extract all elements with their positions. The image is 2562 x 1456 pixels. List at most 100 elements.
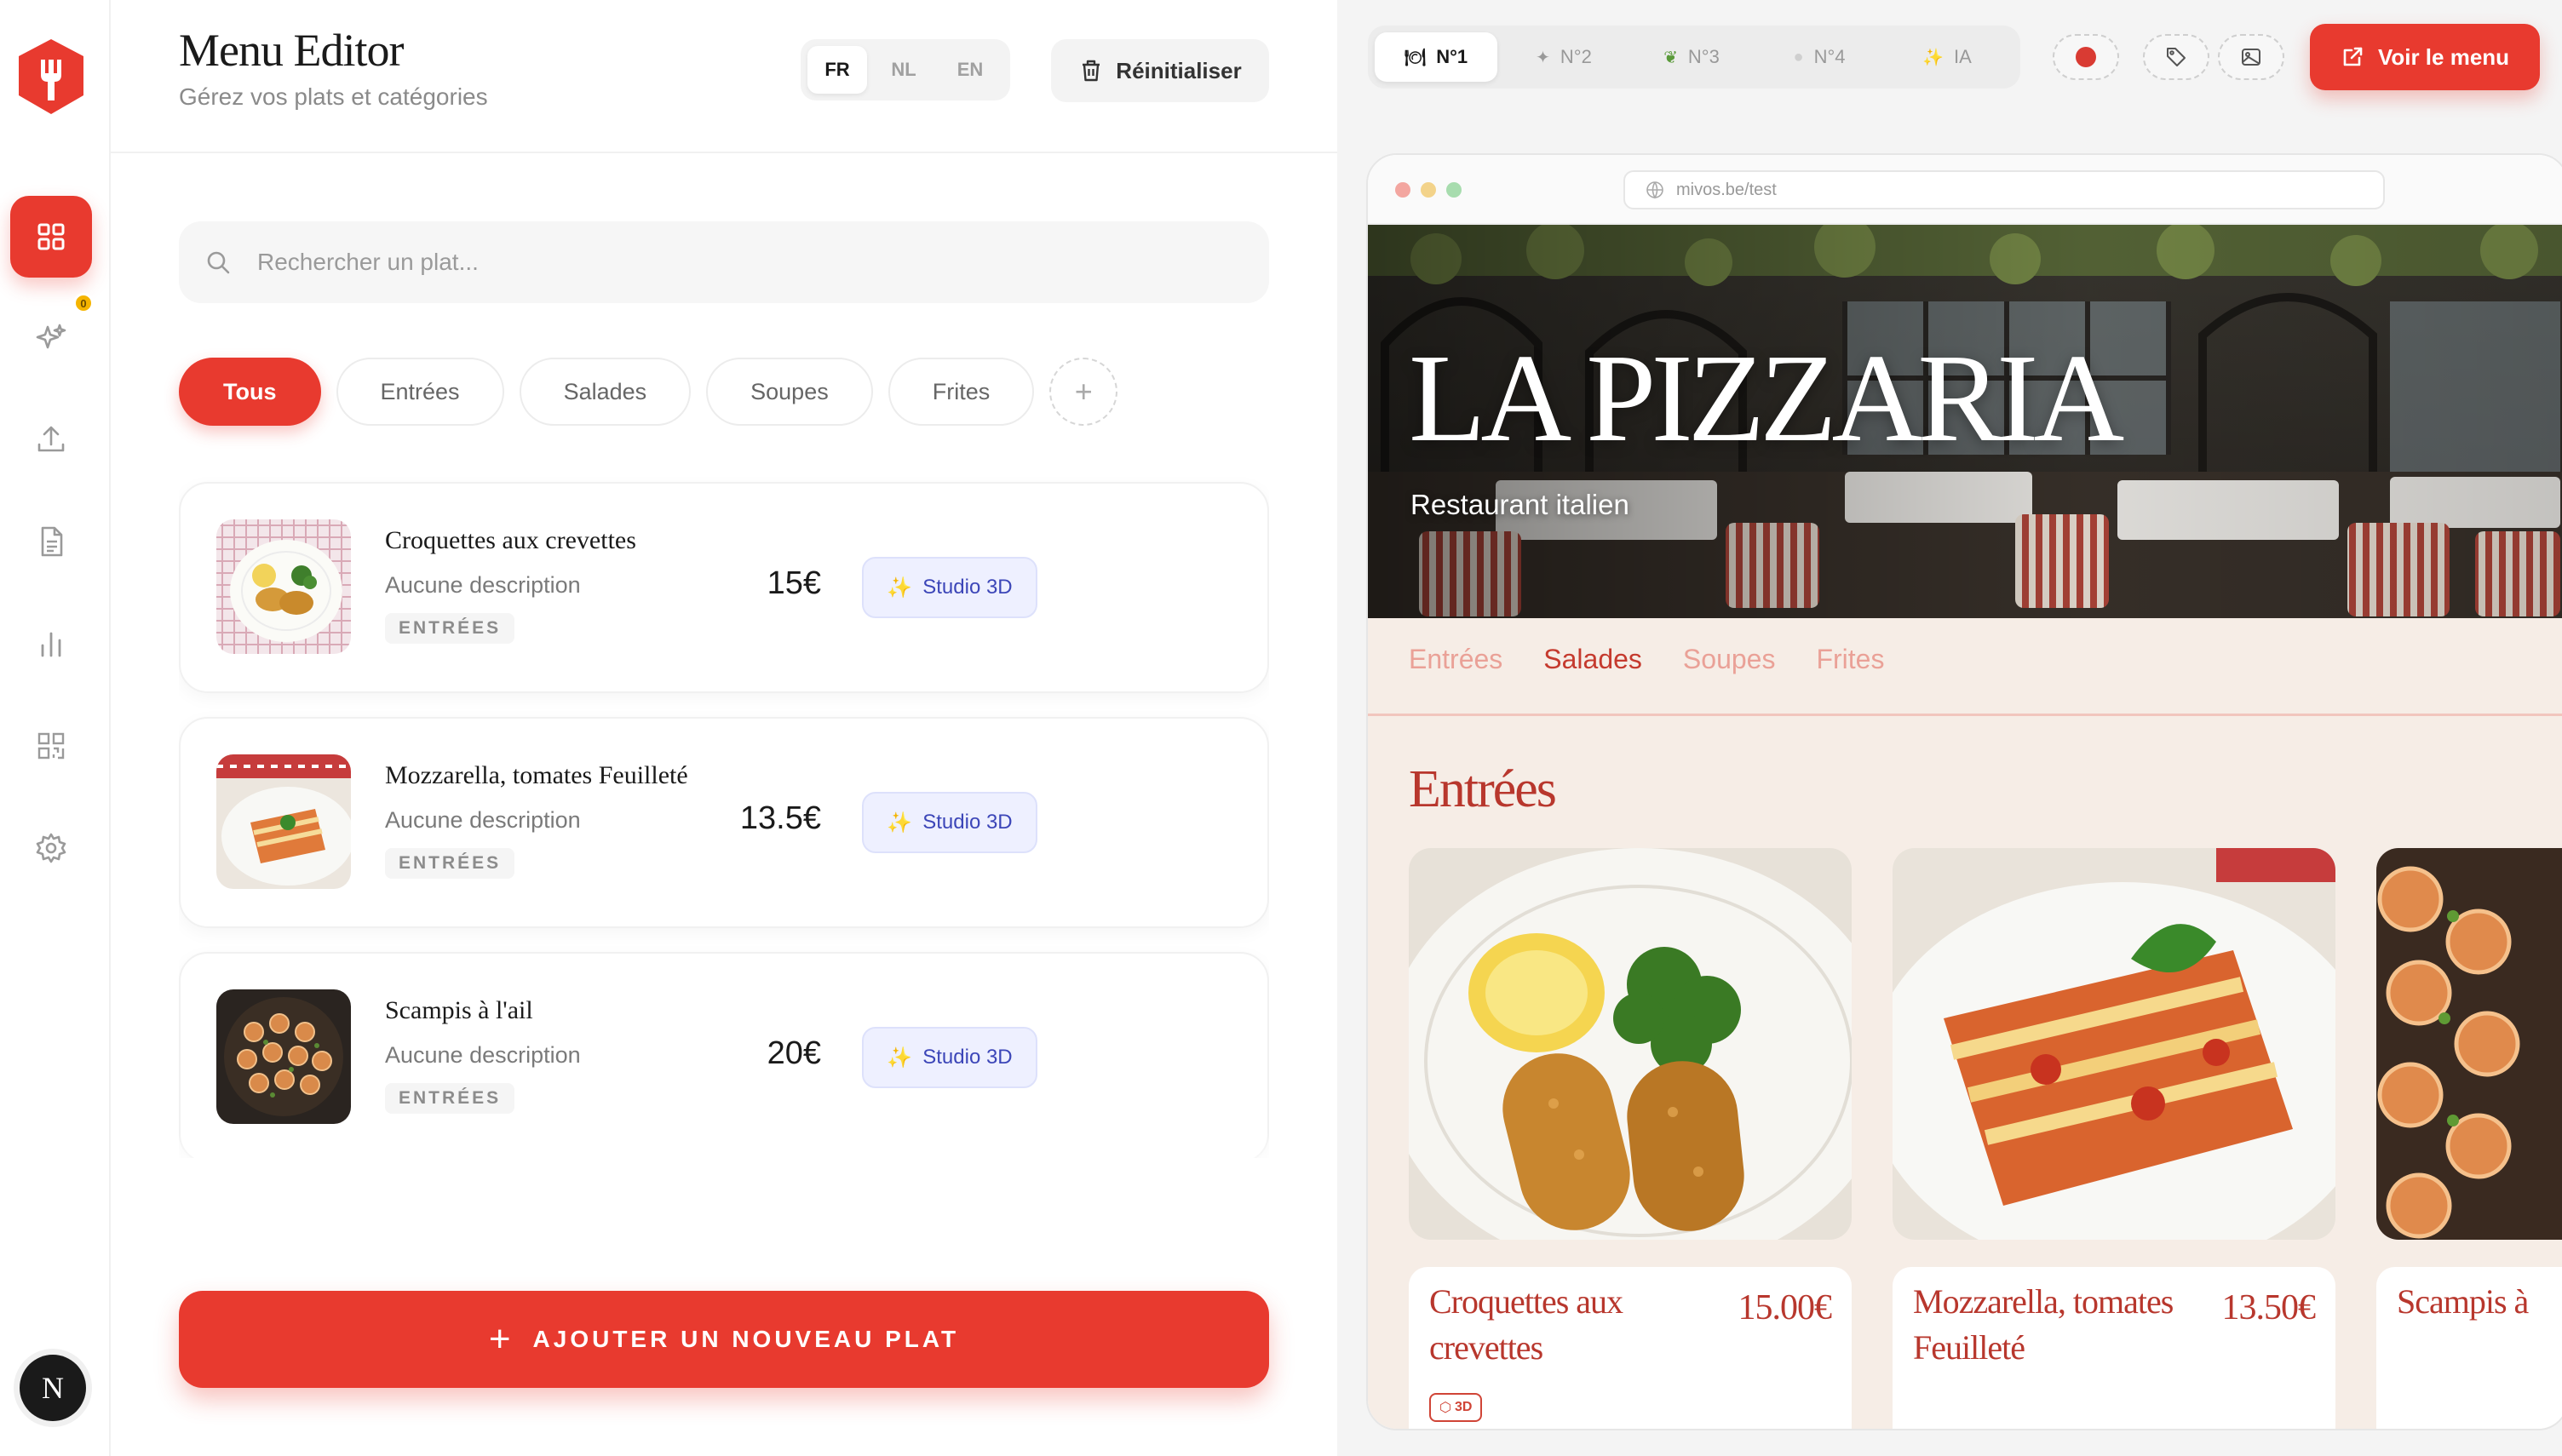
image-icon bbox=[2242, 49, 2260, 66]
menu-card-image[interactable] bbox=[1409, 848, 1852, 1240]
dish-description: Aucune description bbox=[385, 572, 581, 598]
language-nl[interactable]: NL bbox=[874, 46, 933, 94]
document-icon bbox=[41, 526, 63, 557]
menu-tab-frites[interactable]: Frites bbox=[1816, 644, 1884, 675]
restaurant-name: LA PIZZARIA bbox=[1409, 329, 2124, 468]
browser-mockup: mivos.be/test LA PIZZARIA Restaurant ita… bbox=[1366, 153, 2562, 1430]
menu-card-name: Mozzarella, tomates Feuilleté bbox=[1913, 1282, 2174, 1367]
theme-label: N°2 bbox=[1560, 46, 1592, 67]
dish-list: Croquettes aux crevettes Aucune descript… bbox=[179, 477, 1269, 1158]
nav-qr-code[interactable] bbox=[10, 705, 92, 787]
menu-card[interactable]: Scampis à bbox=[2376, 1267, 2562, 1429]
star-icon: ✦ bbox=[1536, 48, 1550, 67]
view-menu-button[interactable]: Voir le menu bbox=[2310, 24, 2540, 90]
traffic-light-maximize-icon bbox=[1446, 182, 1462, 198]
dish-price: 20€ bbox=[767, 1035, 821, 1071]
menu-card[interactable]: Croquettes aux crevettes 15.00€ ⬡ 3D bbox=[1409, 1267, 1852, 1429]
dish-card[interactable]: Mozzarella, tomates Feuilleté Aucune des… bbox=[179, 717, 1269, 928]
category-chip-entrees[interactable]: Entrées bbox=[336, 358, 504, 426]
menu-content: Entrées Salades Soupes Frites Entrées Cr… bbox=[1368, 618, 2562, 1429]
sidebar: 0 N bbox=[0, 0, 111, 1456]
3d-badge-label: 3D bbox=[1454, 1400, 1473, 1414]
nav-documents[interactable] bbox=[10, 501, 92, 582]
dish-price: 13.5€ bbox=[739, 800, 821, 836]
restaurant-hero: LA PIZZARIA Restaurant italien bbox=[1368, 225, 2562, 618]
dish-category-tag: ENTRÉES bbox=[385, 1083, 515, 1114]
add-category-button[interactable]: + bbox=[1049, 358, 1118, 426]
notification-badge: 0 bbox=[73, 293, 94, 313]
language-fr[interactable]: FR bbox=[807, 46, 867, 94]
dish-image bbox=[216, 519, 351, 654]
plus-icon: + bbox=[1074, 374, 1093, 409]
reset-button[interactable]: Réinitialiser bbox=[1051, 39, 1269, 102]
language-en[interactable]: EN bbox=[940, 46, 1000, 94]
add-dish-button[interactable]: + AJOUTER UN NOUVEAU PLAT bbox=[179, 1291, 1269, 1388]
sparkles-icon: ✨ bbox=[887, 811, 913, 834]
nav-analytics[interactable] bbox=[10, 603, 92, 685]
studio-3d-button[interactable]: ✨ Studio 3D bbox=[862, 792, 1037, 853]
category-filter: Tous Entrées Salades Soupes Frites + bbox=[179, 358, 1118, 426]
dish-name: Croquettes aux crevettes bbox=[385, 526, 636, 554]
utensils-icon: 🍽 bbox=[1404, 48, 1427, 67]
bar-chart-icon bbox=[41, 632, 61, 657]
app-logo-icon[interactable] bbox=[15, 37, 87, 116]
dish-category-tag: ENTRÉES bbox=[385, 848, 515, 879]
menu-card-image[interactable] bbox=[2376, 848, 2562, 1240]
studio-3d-button[interactable]: ✨ Studio 3D bbox=[862, 1027, 1037, 1088]
avatar[interactable]: N bbox=[14, 1349, 92, 1427]
theme-option-3[interactable]: ❦ N°3 bbox=[1630, 32, 1753, 82]
theme-option-1[interactable]: 🍽 N°1 bbox=[1375, 32, 1497, 82]
dish-price: 15€ bbox=[767, 565, 821, 601]
menu-card-image[interactable] bbox=[1893, 848, 2335, 1240]
search-icon bbox=[207, 251, 230, 274]
sparkles-icon: ✨ bbox=[887, 1046, 913, 1069]
globe-icon bbox=[1646, 181, 1663, 199]
dish-card[interactable]: Scampis à l'ail Aucune description ENTRÉ… bbox=[179, 952, 1269, 1158]
tag-icon bbox=[2167, 48, 2186, 66]
dish-image bbox=[216, 754, 351, 889]
tab-divider bbox=[1368, 714, 2562, 716]
theme-option-ai[interactable]: ✨ IA bbox=[1886, 32, 2008, 82]
sparkles-icon: ✨ bbox=[1922, 48, 1944, 67]
theme-label: IA bbox=[1954, 46, 1972, 67]
menu-preview-panel: 🍽 N°1 ✦ N°2 ❦ N°3 ● N°4 ✨ IA Voir le menu miv… bbox=[1337, 0, 2562, 1456]
menu-tab-salades[interactable]: Salades bbox=[1543, 644, 1642, 675]
menu-tab-soupes[interactable]: Soupes bbox=[1683, 644, 1776, 675]
category-chip-soupes[interactable]: Soupes bbox=[706, 358, 873, 426]
color-picker-button[interactable] bbox=[2053, 34, 2119, 80]
nav-upload[interactable] bbox=[10, 398, 92, 480]
reset-label: Réinitialiser bbox=[1116, 57, 1242, 83]
theme-label: N°3 bbox=[1687, 46, 1720, 67]
menu-card-name: Croquettes aux crevettes bbox=[1429, 1282, 1623, 1367]
studio-3d-label: Studio 3D bbox=[922, 576, 1013, 599]
category-chip-tous[interactable]: Tous bbox=[179, 358, 321, 426]
nav-settings[interactable] bbox=[10, 807, 92, 889]
category-chip-frites[interactable]: Frites bbox=[888, 358, 1035, 426]
3d-badge: ⬡ 3D bbox=[1429, 1393, 1483, 1422]
plus-icon: + bbox=[488, 1318, 511, 1360]
page-subtitle: Gérez vos plats et catégories bbox=[179, 83, 488, 110]
dish-card[interactable]: Croquettes aux crevettes Aucune descript… bbox=[179, 482, 1269, 693]
search-input[interactable] bbox=[257, 249, 1194, 276]
url-text: mivos.be/test bbox=[1676, 180, 1777, 199]
search-bar[interactable] bbox=[179, 221, 1269, 303]
qr-code-icon bbox=[37, 732, 65, 760]
dish-name: Mozzarella, tomates Feuilleté bbox=[385, 761, 688, 789]
theme-label: N°4 bbox=[1813, 46, 1846, 67]
traffic-light-minimize-icon bbox=[1421, 182, 1436, 198]
menu-card-price: 15.00€ bbox=[1738, 1288, 1832, 1327]
theme-switcher: 🍽 N°1 ✦ N°2 ❦ N°3 ● N°4 ✨ IA bbox=[1368, 26, 2020, 89]
category-chip-salades[interactable]: Salades bbox=[519, 358, 692, 426]
menu-tab-entrees[interactable]: Entrées bbox=[1409, 644, 1502, 675]
gear-icon bbox=[36, 833, 66, 863]
theme-option-2[interactable]: ✦ N°2 bbox=[1502, 32, 1625, 82]
image-button[interactable] bbox=[2218, 34, 2284, 80]
cube-icon: ⬡ bbox=[1439, 1401, 1451, 1415]
tag-button[interactable] bbox=[2143, 34, 2209, 80]
theme-label: N°1 bbox=[1436, 46, 1468, 67]
nav-dashboard[interactable] bbox=[10, 196, 92, 278]
studio-3d-button[interactable]: ✨ Studio 3D bbox=[862, 557, 1037, 618]
dish-category-tag: ENTRÉES bbox=[385, 613, 515, 644]
theme-option-4[interactable]: ● N°4 bbox=[1758, 32, 1881, 82]
menu-card[interactable]: Mozzarella, tomates Feuilleté 13.50€ bbox=[1893, 1267, 2335, 1429]
